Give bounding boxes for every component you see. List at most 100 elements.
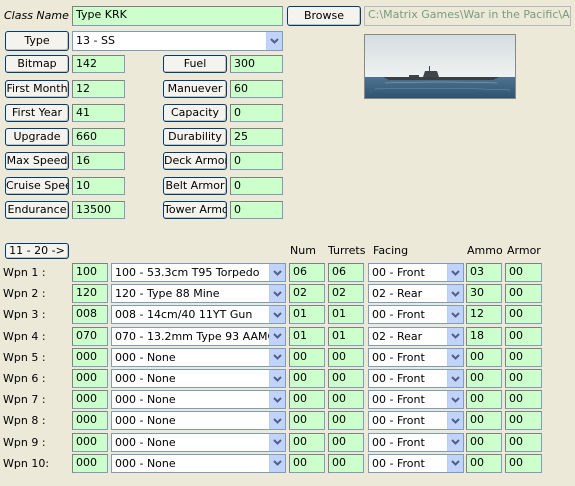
chevron-down-icon[interactable]: [447, 454, 463, 472]
weapon-id-field[interactable]: 000: [72, 411, 108, 431]
weapon-ammo-field[interactable]: 03: [466, 263, 502, 282]
weapon-num-field[interactable]: 01: [289, 305, 325, 325]
weapon-num-field[interactable]: 00: [289, 369, 325, 388]
weapon-ammo-field[interactable]: 12: [466, 305, 502, 325]
browse-button[interactable]: Browse: [287, 6, 361, 26]
weapon-num-field[interactable]: 01: [289, 326, 325, 346]
facing-select[interactable]: 00 - Front: [368, 453, 464, 473]
field-value[interactable]: 0: [230, 201, 283, 219]
field-button[interactable]: First Year: [5, 104, 69, 122]
chevron-down-icon[interactable]: [447, 285, 463, 303]
next-page-button[interactable]: 11 - 20 ->: [5, 243, 69, 259]
facing-select[interactable]: 00 - Front: [368, 305, 464, 325]
weapon-id-field[interactable]: 008: [72, 305, 108, 325]
weapon-id-field[interactable]: 000: [72, 390, 108, 410]
weapon-select[interactable]: 000 - None: [111, 347, 286, 367]
type-button[interactable]: Type: [5, 31, 69, 51]
weapon-armor-field[interactable]: 00: [505, 369, 542, 388]
chevron-down-icon[interactable]: [447, 433, 463, 451]
chevron-down-icon[interactable]: [447, 327, 463, 345]
chevron-down-icon[interactable]: [447, 391, 463, 409]
chevron-down-icon[interactable]: [266, 32, 282, 50]
weapon-select[interactable]: 100 - 53.3cm T95 Torpedo: [111, 263, 286, 282]
field-button[interactable]: Tower Armor: [163, 201, 227, 219]
weapon-armor-field[interactable]: 00: [505, 305, 542, 325]
field-value[interactable]: 16: [72, 152, 125, 170]
chevron-down-icon[interactable]: [269, 412, 285, 430]
chevron-down-icon[interactable]: [447, 306, 463, 324]
weapon-armor-field[interactable]: 00: [505, 284, 542, 304]
weapon-turrets-field[interactable]: 00: [328, 411, 364, 431]
weapon-armor-field[interactable]: 00: [505, 432, 542, 452]
field-button[interactable]: Durability: [163, 128, 227, 146]
field-value[interactable]: 60: [230, 80, 283, 98]
chevron-down-icon[interactable]: [269, 285, 285, 303]
facing-select[interactable]: 02 - Rear: [368, 284, 464, 304]
chevron-down-icon[interactable]: [447, 412, 463, 430]
weapon-armor-field[interactable]: 00: [505, 347, 542, 367]
chevron-down-icon[interactable]: [269, 433, 285, 451]
facing-select[interactable]: 00 - Front: [368, 411, 464, 431]
weapon-ammo-field[interactable]: 00: [466, 390, 502, 410]
weapon-select[interactable]: 000 - None: [111, 390, 286, 410]
weapon-id-field[interactable]: 070: [72, 326, 108, 346]
weapon-select[interactable]: 070 - 13.2mm Type 93 AAMG: [111, 326, 286, 346]
field-value[interactable]: 25: [230, 128, 283, 146]
weapon-armor-field[interactable]: 00: [505, 453, 542, 473]
facing-select[interactable]: 00 - Front: [368, 390, 464, 410]
weapon-ammo-field[interactable]: 00: [466, 411, 502, 431]
chevron-down-icon[interactable]: [269, 391, 285, 409]
field-button[interactable]: First Month: [5, 80, 69, 98]
facing-select[interactable]: 00 - Front: [368, 369, 464, 388]
weapon-id-field[interactable]: 000: [72, 369, 108, 388]
weapon-turrets-field[interactable]: 06: [328, 263, 364, 282]
weapon-num-field[interactable]: 00: [289, 390, 325, 410]
chevron-down-icon[interactable]: [447, 264, 463, 281]
weapon-ammo-field[interactable]: 00: [466, 453, 502, 473]
class-name-field[interactable]: Type KRK: [72, 6, 283, 26]
field-value[interactable]: 0: [230, 104, 283, 122]
weapon-ammo-field[interactable]: 00: [466, 347, 502, 367]
weapon-turrets-field[interactable]: 00: [328, 390, 364, 410]
weapon-select[interactable]: 000 - None: [111, 453, 286, 473]
field-value[interactable]: 10: [72, 177, 125, 195]
chevron-down-icon[interactable]: [269, 348, 285, 366]
weapon-select[interactable]: 000 - None: [111, 432, 286, 452]
weapon-turrets-field[interactable]: 00: [328, 347, 364, 367]
weapon-id-field[interactable]: 120: [72, 284, 108, 304]
weapon-ammo-field[interactable]: 00: [466, 369, 502, 388]
facing-select[interactable]: 00 - Front: [368, 432, 464, 452]
weapon-turrets-field[interactable]: 02: [328, 284, 364, 304]
chevron-down-icon[interactable]: [269, 454, 285, 472]
chevron-down-icon[interactable]: [447, 348, 463, 366]
weapon-select[interactable]: 000 - None: [111, 411, 286, 431]
field-button[interactable]: Max Speed: [5, 152, 69, 170]
weapon-turrets-field[interactable]: 00: [328, 369, 364, 388]
field-value[interactable]: 660: [72, 128, 125, 146]
chevron-down-icon[interactable]: [269, 327, 285, 345]
weapon-id-field[interactable]: 100: [72, 263, 108, 282]
chevron-down-icon[interactable]: [269, 370, 285, 387]
field-button[interactable]: Deck Armor: [163, 152, 227, 170]
weapon-num-field[interactable]: 02: [289, 284, 325, 304]
type-select[interactable]: 13 - SS: [72, 31, 283, 51]
weapon-armor-field[interactable]: 00: [505, 411, 542, 431]
weapon-turrets-field[interactable]: 01: [328, 305, 364, 325]
weapon-armor-field[interactable]: 00: [505, 326, 542, 346]
weapon-turrets-field[interactable]: 00: [328, 453, 364, 473]
weapon-turrets-field[interactable]: 01: [328, 326, 364, 346]
weapon-select[interactable]: 008 - 14cm/40 11YT Gun: [111, 305, 286, 325]
weapon-turrets-field[interactable]: 00: [328, 432, 364, 452]
weapon-num-field[interactable]: 00: [289, 411, 325, 431]
field-button[interactable]: Endurance: [5, 201, 69, 219]
field-value[interactable]: 300: [230, 55, 283, 73]
weapon-select[interactable]: 120 - Type 88 Mine: [111, 284, 286, 304]
field-button[interactable]: Belt Armor: [163, 177, 227, 195]
field-button[interactable]: Bitmap: [5, 55, 69, 73]
field-button[interactable]: Fuel: [163, 55, 227, 73]
facing-select[interactable]: 02 - Rear: [368, 326, 464, 346]
weapon-num-field[interactable]: 06: [289, 263, 325, 282]
facing-select[interactable]: 00 - Front: [368, 263, 464, 282]
field-value[interactable]: 0: [230, 152, 283, 170]
field-button[interactable]: Capacity: [163, 104, 227, 122]
